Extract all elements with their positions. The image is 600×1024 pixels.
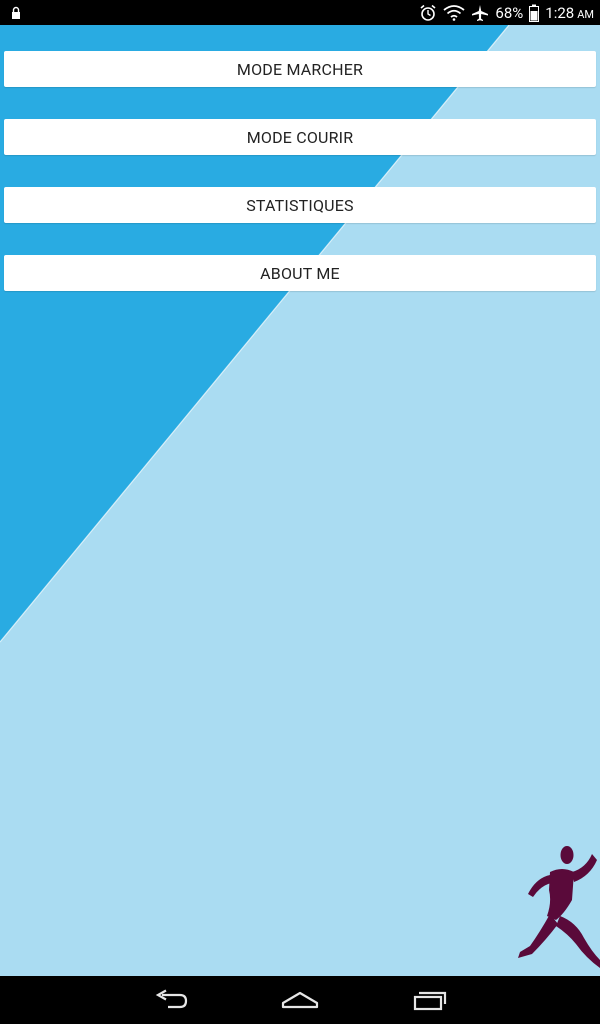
- battery-percent: 68%: [495, 3, 524, 22]
- airplane-icon: [471, 4, 489, 22]
- mode-courir-button[interactable]: MODE COURIR: [4, 119, 596, 155]
- clock: 1:28 AM: [545, 4, 594, 22]
- home-icon[interactable]: [280, 986, 320, 1014]
- main-menu: MODE MARCHER MODE COURIR STATISTIQUES AB…: [4, 51, 596, 323]
- statistiques-button[interactable]: STATISTIQUES: [4, 187, 596, 223]
- mode-marcher-button[interactable]: MODE MARCHER: [4, 51, 596, 87]
- back-icon[interactable]: [152, 986, 192, 1014]
- clock-time: 1:28: [545, 3, 575, 22]
- wifi-icon: [443, 4, 465, 21]
- alarm-icon: [419, 4, 437, 22]
- status-icons: 68% 1:28 AM: [419, 0, 594, 25]
- runner-logo: [518, 846, 600, 968]
- lock-icon: [10, 5, 24, 19]
- app-screen: 68% 1:28 AM MODE MARCHER MODE COURIR STAT…: [0, 0, 600, 1024]
- battery-icon: [529, 4, 540, 22]
- recent-apps-icon[interactable]: [410, 986, 450, 1014]
- status-bar: 68% 1:28 AM: [0, 0, 600, 25]
- navigation-bar: [0, 976, 600, 1024]
- about-me-button[interactable]: ABOUT ME: [4, 255, 596, 291]
- clock-ampm: AM: [577, 7, 594, 21]
